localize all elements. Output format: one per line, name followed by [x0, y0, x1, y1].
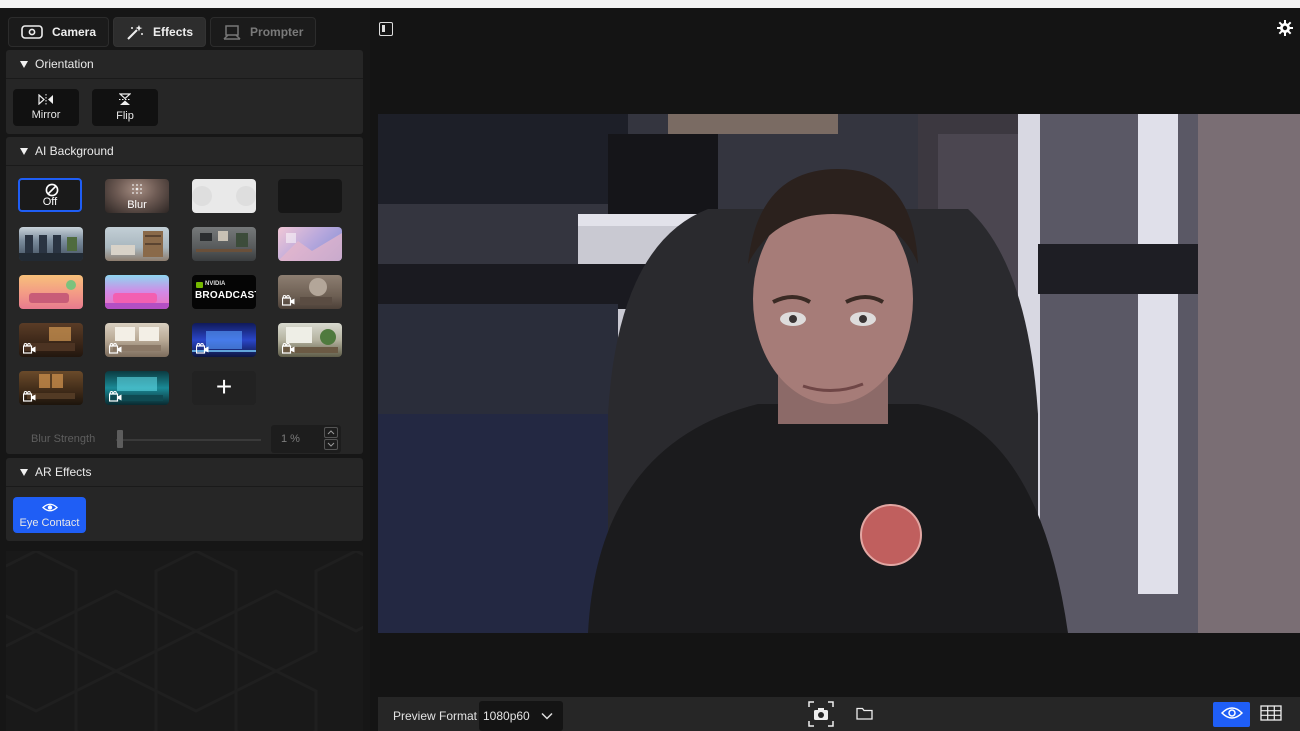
mirror-label: Mirror [31, 109, 61, 121]
preview-format-value: 1080p60 [483, 709, 530, 723]
background-video-neon[interactable] [192, 323, 256, 357]
eye-icon [1220, 706, 1243, 723]
tab-camera[interactable]: Camera [8, 17, 110, 47]
tab-effects-label: Effects [153, 25, 194, 39]
background-off-option[interactable]: Off [18, 178, 82, 212]
effects-panel: Camera Effects Prompter Orientation Mirr… [0, 8, 370, 731]
orientation-section: Orientation Mirror Flip [6, 50, 363, 134]
background-video-plants[interactable] [278, 323, 342, 357]
camera-preview [378, 114, 1300, 633]
collapse-triangle-icon [20, 147, 28, 155]
blur-strength-value: 1 % [281, 433, 300, 445]
ar-effects-section: AR Effects Eye Contact [6, 458, 363, 541]
mirror-button[interactable]: Mirror [13, 89, 79, 126]
window-top-strip [0, 0, 1300, 8]
collapse-triangle-icon [20, 60, 28, 68]
collapse-triangle-icon [20, 468, 28, 476]
blur-strength-input[interactable]: 1 % [271, 425, 341, 453]
background-scene-pink-room[interactable] [105, 275, 169, 309]
background-black-option[interactable] [278, 179, 342, 213]
stepper-up-icon[interactable] [324, 427, 338, 438]
folder-icon [855, 707, 873, 723]
magic-wand-icon [126, 24, 144, 40]
open-folder-button[interactable] [855, 707, 873, 723]
tab-bar: Camera Effects Prompter [8, 17, 317, 47]
background-video-bright-room[interactable] [105, 323, 169, 357]
ai-background-header[interactable]: AI Background [6, 137, 363, 166]
blur-strength-label: Blur Strength [31, 433, 96, 445]
flip-icon [118, 93, 132, 109]
video-camera-icon [196, 343, 209, 354]
background-scene-sunset-room[interactable] [19, 275, 83, 309]
flip-label: Flip [116, 110, 134, 122]
preview-format-label: Preview Format [393, 709, 478, 723]
background-video-cozy[interactable] [19, 323, 83, 357]
ar-effects-header[interactable]: AR Effects [6, 458, 363, 487]
blur-icon [131, 183, 143, 198]
add-icon: + [215, 371, 233, 402]
video-camera-icon [23, 343, 36, 354]
flip-button[interactable]: Flip [92, 89, 158, 126]
preview-format-select[interactable]: 1080p60 [479, 701, 563, 731]
bottom-toolbar: Preview Format 1080p60 [378, 697, 1300, 731]
tab-camera-label: Camera [52, 25, 97, 39]
grid-view-button[interactable] [1252, 702, 1289, 727]
broadcast-big-text: BROADCAST [195, 290, 256, 301]
background-video-lounge[interactable] [278, 275, 342, 309]
camera-icon [21, 25, 43, 39]
video-camera-icon [23, 391, 36, 402]
tab-prompter-label: Prompter [250, 25, 304, 39]
screenshot-button[interactable] [808, 700, 834, 730]
mirror-icon [38, 93, 54, 108]
eye-contact-label: Eye Contact [19, 516, 80, 529]
video-camera-icon [282, 343, 295, 354]
blur-strength-slider-handle[interactable] [117, 430, 124, 448]
orientation-title: Orientation [35, 57, 94, 71]
chevron-down-icon [541, 712, 553, 720]
collapse-panel-button[interactable] [379, 22, 393, 36]
broadcast-small-text: NVIDIA [205, 281, 226, 287]
grid-icon [1259, 705, 1282, 724]
background-blur-option[interactable]: Blur [105, 179, 169, 213]
tab-prompter[interactable]: Prompter [210, 17, 317, 47]
background-scene-office[interactable] [19, 227, 83, 261]
nvidia-logo-icon [196, 282, 203, 288]
background-blur-label: Blur [127, 199, 147, 211]
ar-effects-title: AR Effects [35, 465, 92, 479]
background-nvidia-broadcast[interactable]: NVIDIA BROADCAST [192, 275, 256, 309]
panel-toggle-icon [382, 25, 385, 32]
orientation-header[interactable]: Orientation [6, 50, 363, 79]
preview-view-button[interactable] [1213, 702, 1250, 727]
settings-gear-icon[interactable] [1277, 20, 1293, 39]
background-off-label: Off [42, 196, 58, 208]
background-white-option[interactable] [192, 179, 256, 213]
background-scene-desk[interactable] [192, 227, 256, 261]
eye-contact-icon [41, 502, 58, 516]
video-camera-icon [282, 295, 295, 306]
tab-effects[interactable]: Effects [113, 17, 207, 47]
prompter-icon [223, 24, 241, 40]
video-camera-icon [109, 391, 122, 402]
background-video-teal[interactable] [105, 371, 169, 405]
decorative-hex-pattern [6, 551, 363, 731]
ai-background-section: AI Background Off Blur NVIDIA BROADCAST … [6, 137, 363, 454]
background-scene-room[interactable] [105, 227, 169, 261]
blur-strength-slider[interactable] [116, 439, 261, 441]
stepper-down-icon[interactable] [324, 439, 338, 450]
background-scene-pastel[interactable] [278, 227, 342, 261]
eye-contact-button[interactable]: Eye Contact [13, 497, 86, 533]
screenshot-camera-icon [808, 700, 834, 730]
video-camera-icon [109, 343, 122, 354]
ai-background-title: AI Background [35, 144, 114, 158]
background-video-window[interactable] [19, 371, 83, 405]
add-background-button[interactable]: + [192, 371, 256, 405]
